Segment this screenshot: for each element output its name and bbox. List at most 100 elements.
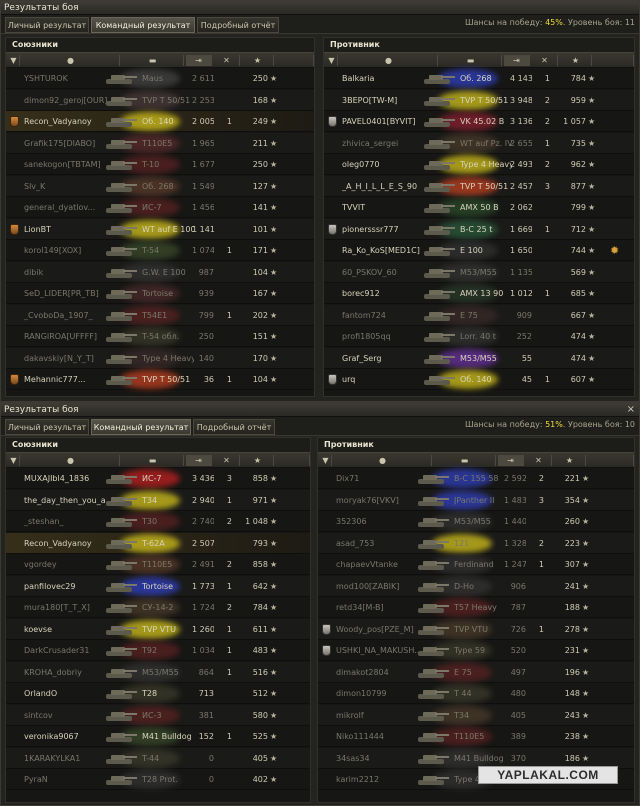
extra-column-header[interactable] [594, 55, 634, 66]
tank-name: T34 [142, 495, 158, 505]
player-row[interactable]: panfilovec29 Tortoise 1 773 1 642 ★ [6, 576, 310, 597]
allies-table-header: ▼ ● ▬ ⇥ ✕ ★ [6, 452, 310, 468]
player-row[interactable]: sanekogon[TBTAM] T-10 1 677 250 ★ [6, 154, 314, 175]
player-row[interactable]: Recon_Vadyanoy Об. 140 2 005 1 249 ★ [6, 111, 314, 132]
xp-star-icon: ★ [582, 603, 590, 612]
player-row[interactable]: Mehannic777... TVP T 50/51 36 1 104 ★ [6, 369, 314, 390]
player-row[interactable]: _A_H_I_L_L_E_S_90 TVP T 50/51 2 457 3 877 ★ [324, 176, 634, 197]
player-row[interactable]: asad_753 121 1 328 2 223 ★ [318, 533, 634, 554]
platoon-badge-icon [322, 645, 331, 656]
extra-column-header[interactable] [276, 455, 310, 466]
player-row[interactable]: MUXAJIbl4_1836 ИС-7 3 436 3 858 ★ [6, 468, 310, 489]
player-row[interactable]: retd34[M-B] T57 Heavy 787 188 ★ [318, 597, 634, 618]
player-row[interactable]: Woody_pos[PZE_M] TVP VTU 726 1 278 ★ [318, 619, 634, 640]
kills-value: 1 [226, 495, 232, 505]
player-row[interactable]: YSHTUROK Maus 2 611 250 ★ [6, 68, 314, 89]
tank-name: Type 59 [454, 646, 486, 655]
xp-value: 858 [252, 560, 268, 569]
tank-icon [414, 643, 450, 658]
tank-icon [102, 329, 138, 344]
damage-value: 2 611 [192, 74, 214, 83]
tank-icon [102, 471, 138, 486]
player-row[interactable]: korol149[XOX] T-54 1 074 1 171 ★ [6, 240, 314, 261]
player-row[interactable]: dibik G.W. E 100 987 104 ★ [6, 262, 314, 283]
tank-icon [102, 93, 138, 108]
player-row[interactable]: oleg0770 Type 4 Heavy 2 493 2 962 ★ [324, 154, 634, 175]
tank-name: T30 [142, 517, 158, 526]
tank-name: TVP T 50/51 [460, 95, 509, 105]
damage-value: 2 740 [192, 517, 214, 526]
tank-name: Maus [142, 74, 164, 83]
tab-detailed-report[interactable]: Подробный отчёт [193, 419, 275, 435]
player-row[interactable]: dimakot2804 E 75 497 196 ★ [318, 662, 634, 683]
player-row[interactable]: 3BEPO[TW-M] TVP T 50/51 3 948 2 959 ★ [324, 90, 634, 111]
player-row[interactable]: dimon92_geroj[OUR] TVP T 50/51 2 253 168 ★ [6, 90, 314, 111]
player-row[interactable]: Ra_Ko_KoS[MED1C] E 100 1 650 744 ★ ✹ [324, 240, 634, 261]
player-row[interactable]: borec912 AMX 13 90 1 012 1 685 ★ [324, 283, 634, 304]
extra-column-header[interactable] [276, 55, 314, 66]
player-row[interactable]: general_dyatlov... ИС-7 1 456 141 ★ [6, 197, 314, 218]
player-row[interactable]: Niko111444 T110E5 389 238 ★ [318, 726, 634, 747]
xp-value: 231 [564, 646, 580, 655]
player-row[interactable]: _steshan_ T30 2 740 2 1 048 ★ [6, 511, 310, 532]
player-row[interactable]: pionersssr777 B-C 25 t1 669 1 712 ★ [324, 219, 634, 240]
tab-detailed-report[interactable]: Подробный отчёт [197, 17, 279, 33]
player-row[interactable]: vgordey T110E5 2 491 2 858 ★ [6, 554, 310, 575]
kills-value: 2 [544, 160, 550, 169]
player-row[interactable]: profi1805qq Lorr. 40 t 252 474 ★ [324, 326, 634, 347]
xp-value: 249 [252, 117, 268, 126]
player-row[interactable]: Grafik175[DIABO] T110E5 1 965 211 ★ [6, 133, 314, 154]
player-row[interactable]: Balkaria Об. 268 4 143 1 784 ★ [324, 68, 634, 89]
player-row[interactable]: mikrolf T34 405 243 ★ [318, 705, 634, 726]
achievement-medal-icon: ✹ [610, 244, 620, 257]
xp-value: 101 [252, 224, 268, 234]
player-row[interactable]: Recon_Vadyanoy T-62A 2 507 793 ★ [6, 532, 310, 554]
player-row[interactable]: dimon10799 T 44 480 148 ★ [318, 683, 634, 704]
player-row[interactable]: TVVIT AMX 50 B2 062 799 ★ [324, 197, 634, 218]
player-row[interactable]: zhivica_sergei WT auf Pz. IV 2 655 1 735 ★ [324, 133, 634, 154]
player-row[interactable]: Slv_K Об. 268 1 549 127 ★ [6, 176, 314, 197]
player-row[interactable]: _CvoboDa_1907_ T54E1 799 1 202 ★ [6, 305, 314, 326]
player-row[interactable]: sintcov ИС-3 381 580 ★ [6, 705, 310, 726]
tab-personal-result[interactable]: Личный результат [5, 17, 89, 33]
tank-name: T110E5 [142, 138, 173, 148]
player-row[interactable]: 352306 M53/M55 1 440 260 ★ [318, 511, 634, 532]
player-row[interactable]: urq Об. 140 45 1 607 ★ [324, 369, 634, 390]
player-row[interactable]: RANGIROA[UFFFF] T-54 обл. 250 151 ★ [6, 326, 314, 347]
xp-star-icon: ★ [270, 267, 278, 277]
player-row[interactable]: the_day_then_you_a... T34 2 940 1 971 ★ [6, 490, 310, 511]
player-row[interactable]: mura180[T_T_X] СУ-14-2 1 724 2 784 ★ [6, 597, 310, 618]
player-row[interactable]: PAVEL0401[BYVIT] VK 45.02 B3 136 2 1 057 ★ [324, 111, 634, 132]
player-row[interactable]: moryak76[VKV] JPanther II 1 483 3 354 ★ [318, 490, 634, 511]
damage-value: 1 549 [192, 181, 214, 191]
xp-value: 196 [564, 667, 580, 677]
player-row[interactable]: 1KARAKYLKA1 T-44 0 405 ★ [6, 748, 310, 769]
player-row[interactable]: PyraN T28 Prot. 0 402 ★ [6, 769, 310, 790]
player-row[interactable]: mod100[ZABIK] D-Ho 906 241 ★ [318, 576, 634, 597]
player-row[interactable]: LionBT WT auf E 100 1 141 101 ★ [6, 219, 314, 240]
extra-column-header[interactable] [588, 455, 634, 466]
enemies-panel: Противник ▼ ● ▬ ⇥ ✕ ★ Dix71 B-C 155 58 2 592 2 22… [317, 437, 635, 803]
tank-name: VK 45.02 B [460, 117, 505, 126]
player-row[interactable]: Dix71 B-C 155 58 2 592 2 221 ★ [318, 468, 634, 489]
tab-team-result[interactable]: Командный результат [91, 419, 191, 435]
close-icon[interactable]: × [627, 403, 635, 417]
player-row[interactable]: dakavskiy[N_Y_T] Type 4 Heavy 140 170 ★ [6, 348, 314, 369]
player-row[interactable]: USHKI_NA_MAKUSH... Type 59 520 231 ★ [318, 640, 634, 661]
player-row[interactable]: DarkCrusader31 T92 1 034 1 483 ★ [6, 640, 310, 661]
xp-value: 962 [570, 160, 586, 169]
player-row[interactable]: chapaevVtanke Ferdinand 1 247 1 307 ★ [318, 554, 634, 575]
player-row[interactable]: SeD_LIDER[PR_TB] Tortoise 939 167 ★ [6, 283, 314, 304]
kills-icon: ✕ [535, 456, 542, 465]
player-row[interactable]: koevse TVP VTU 1 260 1 611 ★ [6, 619, 310, 640]
player-row[interactable]: veronika9067 M41 Bulldog 152 1 525 ★ [6, 726, 310, 747]
tab-personal-result[interactable]: Личный результат [5, 419, 89, 435]
player-row[interactable]: OrlandO T28 713 512 ★ [6, 683, 310, 704]
xp-star-icon: ★ [588, 310, 596, 320]
player-row[interactable]: KROHA_dobriy M53/M55 864 1 516 ★ [6, 662, 310, 683]
player-row[interactable]: Graf_Serg M53/M55 55 474 ★ [324, 348, 634, 369]
tab-team-result[interactable]: Командный результат [91, 17, 195, 33]
player-row[interactable]: 60_PSKOV_60 M53/M55 1 135 569 ★ [324, 262, 634, 283]
player-row[interactable]: fantom724 E 75 909 667 ★ [324, 305, 634, 326]
tank-name: Об. 268 [460, 74, 492, 83]
